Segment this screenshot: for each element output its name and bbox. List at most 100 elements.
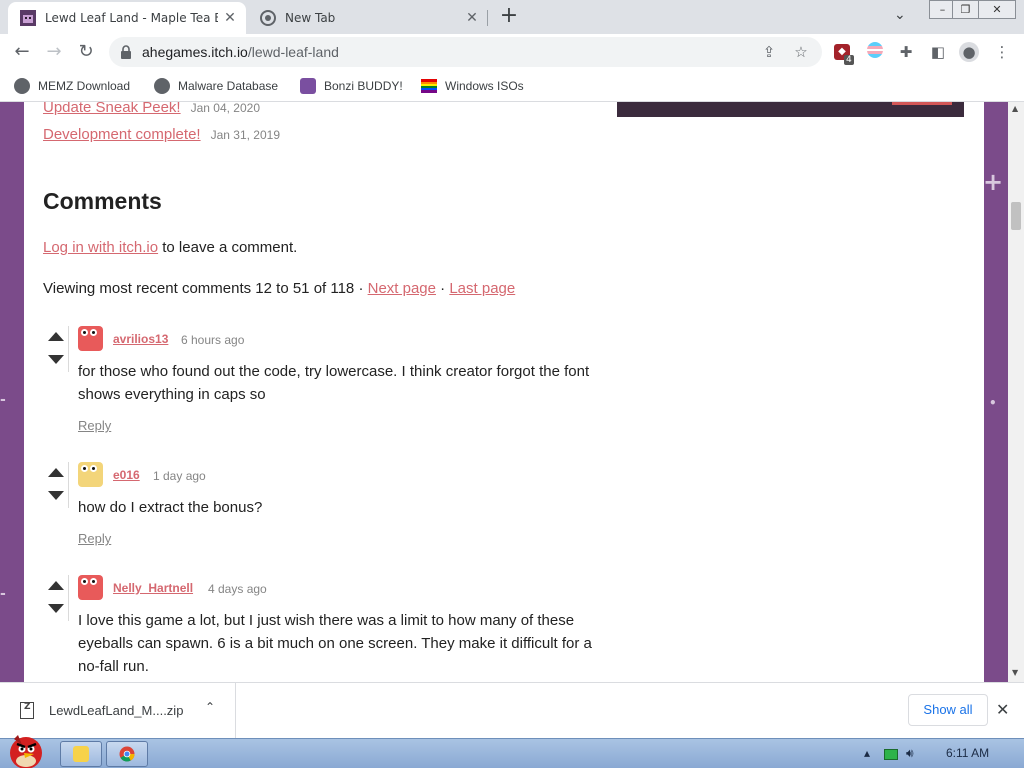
comment-timestamp: 4 days ago	[208, 582, 267, 596]
extensions-puzzle-icon[interactable]: ✚	[896, 42, 916, 62]
bookmark-label: Bonzi BUDDY!	[324, 79, 403, 93]
bookmarks-bar: MEMZ Download Malware Database Bonzi BUD…	[0, 70, 1024, 102]
url-domain: ahegames.itch.io	[142, 44, 248, 60]
vote-controls	[43, 575, 69, 621]
trans-flag-circle-icon	[867, 42, 883, 58]
comment-timestamp: 1 day ago	[153, 469, 206, 483]
url-text: ahegames.itch.io/lewd-leaf-land	[142, 44, 339, 60]
menu-kebab-icon[interactable]: ⋮	[992, 42, 1012, 62]
share-icon[interactable]: ⇪	[759, 42, 779, 62]
downvote-arrow-icon[interactable]	[48, 491, 64, 500]
login-suffix: to leave a comment.	[158, 239, 298, 256]
comment-username[interactable]: avrilios13	[113, 332, 168, 346]
taskbar-chrome-button[interactable]	[106, 741, 148, 767]
upvote-arrow-icon[interactable]	[48, 332, 64, 341]
page-scrollbar[interactable]: ▲ ▼	[1008, 102, 1024, 682]
reply-link[interactable]: Reply	[78, 531, 111, 546]
game-page-content: Update Sneak Peek! Jan 04, 2020 Developm…	[24, 102, 984, 682]
bookmark-windows-isos[interactable]: Windows ISOs	[421, 77, 524, 95]
bookmark-label: MEMZ Download	[38, 79, 131, 93]
trans-flag-extension-icon[interactable]	[865, 42, 885, 62]
angry-bird-start-icon[interactable]	[4, 731, 48, 768]
devlog-entry: Update Sneak Peek! Jan 04, 2020	[43, 102, 260, 116]
tab-lewd-leaf-land[interactable]: Lewd Leaf Land - Maple Tea E... ✕	[8, 2, 246, 34]
taskbar-clock[interactable]: 6:11 AM	[946, 746, 989, 760]
banner-accent	[892, 102, 952, 105]
devlog-entry: Development complete! Jan 31, 2019	[43, 126, 280, 143]
browser-toolbar: ← → ↻ ahegames.itch.io/lewd-leaf-land ⇪ …	[0, 34, 1024, 70]
last-page-link[interactable]: Last page	[449, 280, 515, 297]
avatar-eye	[81, 578, 88, 585]
chevron-up-icon[interactable]: ⌃	[205, 700, 215, 714]
sidebar-banner	[617, 102, 964, 117]
close-window-button[interactable]: ✕	[978, 0, 1016, 19]
bookmark-malware-database[interactable]: Malware Database	[154, 77, 278, 95]
restore-button[interactable]: ❐	[952, 0, 979, 19]
downvote-arrow-icon[interactable]	[48, 355, 64, 364]
next-page-link[interactable]: Next page	[368, 280, 436, 297]
scroll-up-arrow-icon[interactable]: ▲	[1012, 104, 1018, 113]
avatar-eye	[90, 329, 97, 336]
avatar[interactable]	[78, 575, 103, 600]
devlog-date: Jan 31, 2019	[210, 128, 280, 142]
avatar[interactable]	[78, 462, 103, 487]
devlog-link[interactable]: Development complete!	[43, 126, 201, 143]
vote-controls	[43, 326, 69, 372]
side-panel-icon[interactable]: ◧	[928, 42, 948, 62]
windows-taskbar: ▴ 🔊︎ 6:11 AM	[0, 735, 1024, 768]
avatar-eye	[90, 465, 97, 472]
reply-link[interactable]: Reply	[78, 418, 111, 433]
volume-icon[interactable]: 🔊︎	[906, 746, 914, 761]
decorative-dash-icon: -	[0, 392, 6, 408]
show-all-button[interactable]: Show all	[908, 694, 988, 726]
bookmark-star-icon[interactable]: ☆	[791, 42, 811, 62]
rainbow-flag-icon	[421, 79, 437, 93]
decorative-dot-icon: •	[989, 396, 997, 410]
login-prompt: Log in with itch.io to leave a comment.	[43, 239, 297, 256]
comment-body: for those who found out the code, try lo…	[78, 363, 590, 403]
decorative-dash-icon: -	[0, 586, 6, 602]
download-filename: LewdLeafLand_M....zip	[49, 703, 184, 718]
lock-icon[interactable]	[120, 45, 132, 59]
explorer-icon	[73, 746, 89, 762]
tab-strip: Lewd Leaf Land - Maple Tea E... ✕ New Ta…	[0, 0, 1024, 34]
bookmark-memz-download[interactable]: MEMZ Download	[14, 77, 130, 95]
bookmark-bonzi-buddy[interactable]: Bonzi BUDDY!	[300, 77, 403, 95]
forward-arrow-icon[interactable]: →	[42, 40, 66, 64]
tab-title: Lewd Leaf Land - Maple Tea E...	[45, 11, 218, 25]
tray-expand-arrow-icon[interactable]: ▴	[864, 746, 870, 760]
back-arrow-icon[interactable]: ←	[10, 40, 34, 64]
comment-body: how do I extract the bonus?	[78, 499, 263, 516]
comment-username[interactable]: Nelly_Hartnell	[113, 581, 193, 595]
chrome-icon	[260, 10, 276, 26]
address-bar[interactable]: ahegames.itch.io/lewd-leaf-land ⇪ ☆	[109, 37, 822, 67]
globe-icon	[154, 78, 170, 94]
network-icon[interactable]	[884, 749, 898, 760]
upvote-arrow-icon[interactable]	[48, 468, 64, 477]
scrollbar-thumb[interactable]	[1011, 202, 1021, 230]
devlog-link[interactable]: Update Sneak Peek!	[43, 102, 181, 116]
url-path: /lewd-leaf-land	[247, 44, 339, 60]
close-tab-icon[interactable]: ✕	[460, 10, 484, 26]
close-tab-icon[interactable]: ✕	[218, 10, 242, 26]
new-tab-plus-icon[interactable]: +	[497, 5, 521, 29]
profile-avatar-icon[interactable]: ●	[959, 42, 979, 62]
comments-heading: Comments	[43, 188, 162, 214]
tab-search-chevron-icon[interactable]: ⌄	[894, 7, 906, 23]
comment-pagination: Viewing most recent comments 12 to 51 of…	[43, 280, 515, 297]
taskbar-explorer-button[interactable]	[60, 741, 102, 767]
upvote-arrow-icon[interactable]	[48, 581, 64, 590]
scroll-down-arrow-icon[interactable]: ▼	[1012, 668, 1018, 677]
close-shelf-icon[interactable]: ✕	[996, 700, 1009, 719]
viewing-text: Viewing most recent comments 12 to 51 of…	[43, 280, 368, 297]
avatar[interactable]	[78, 326, 103, 351]
tab-new-tab[interactable]: New Tab ✕	[248, 2, 488, 34]
bookmark-label: Windows ISOs	[445, 79, 524, 93]
pagination-separator: ·	[436, 280, 450, 297]
comment-username[interactable]: e016	[113, 468, 140, 482]
reload-icon[interactable]: ↻	[74, 40, 98, 64]
comment-timestamp: 6 hours ago	[181, 333, 245, 347]
downvote-arrow-icon[interactable]	[48, 604, 64, 613]
itch-favicon-icon	[20, 10, 36, 26]
login-link[interactable]: Log in with itch.io	[43, 239, 158, 256]
